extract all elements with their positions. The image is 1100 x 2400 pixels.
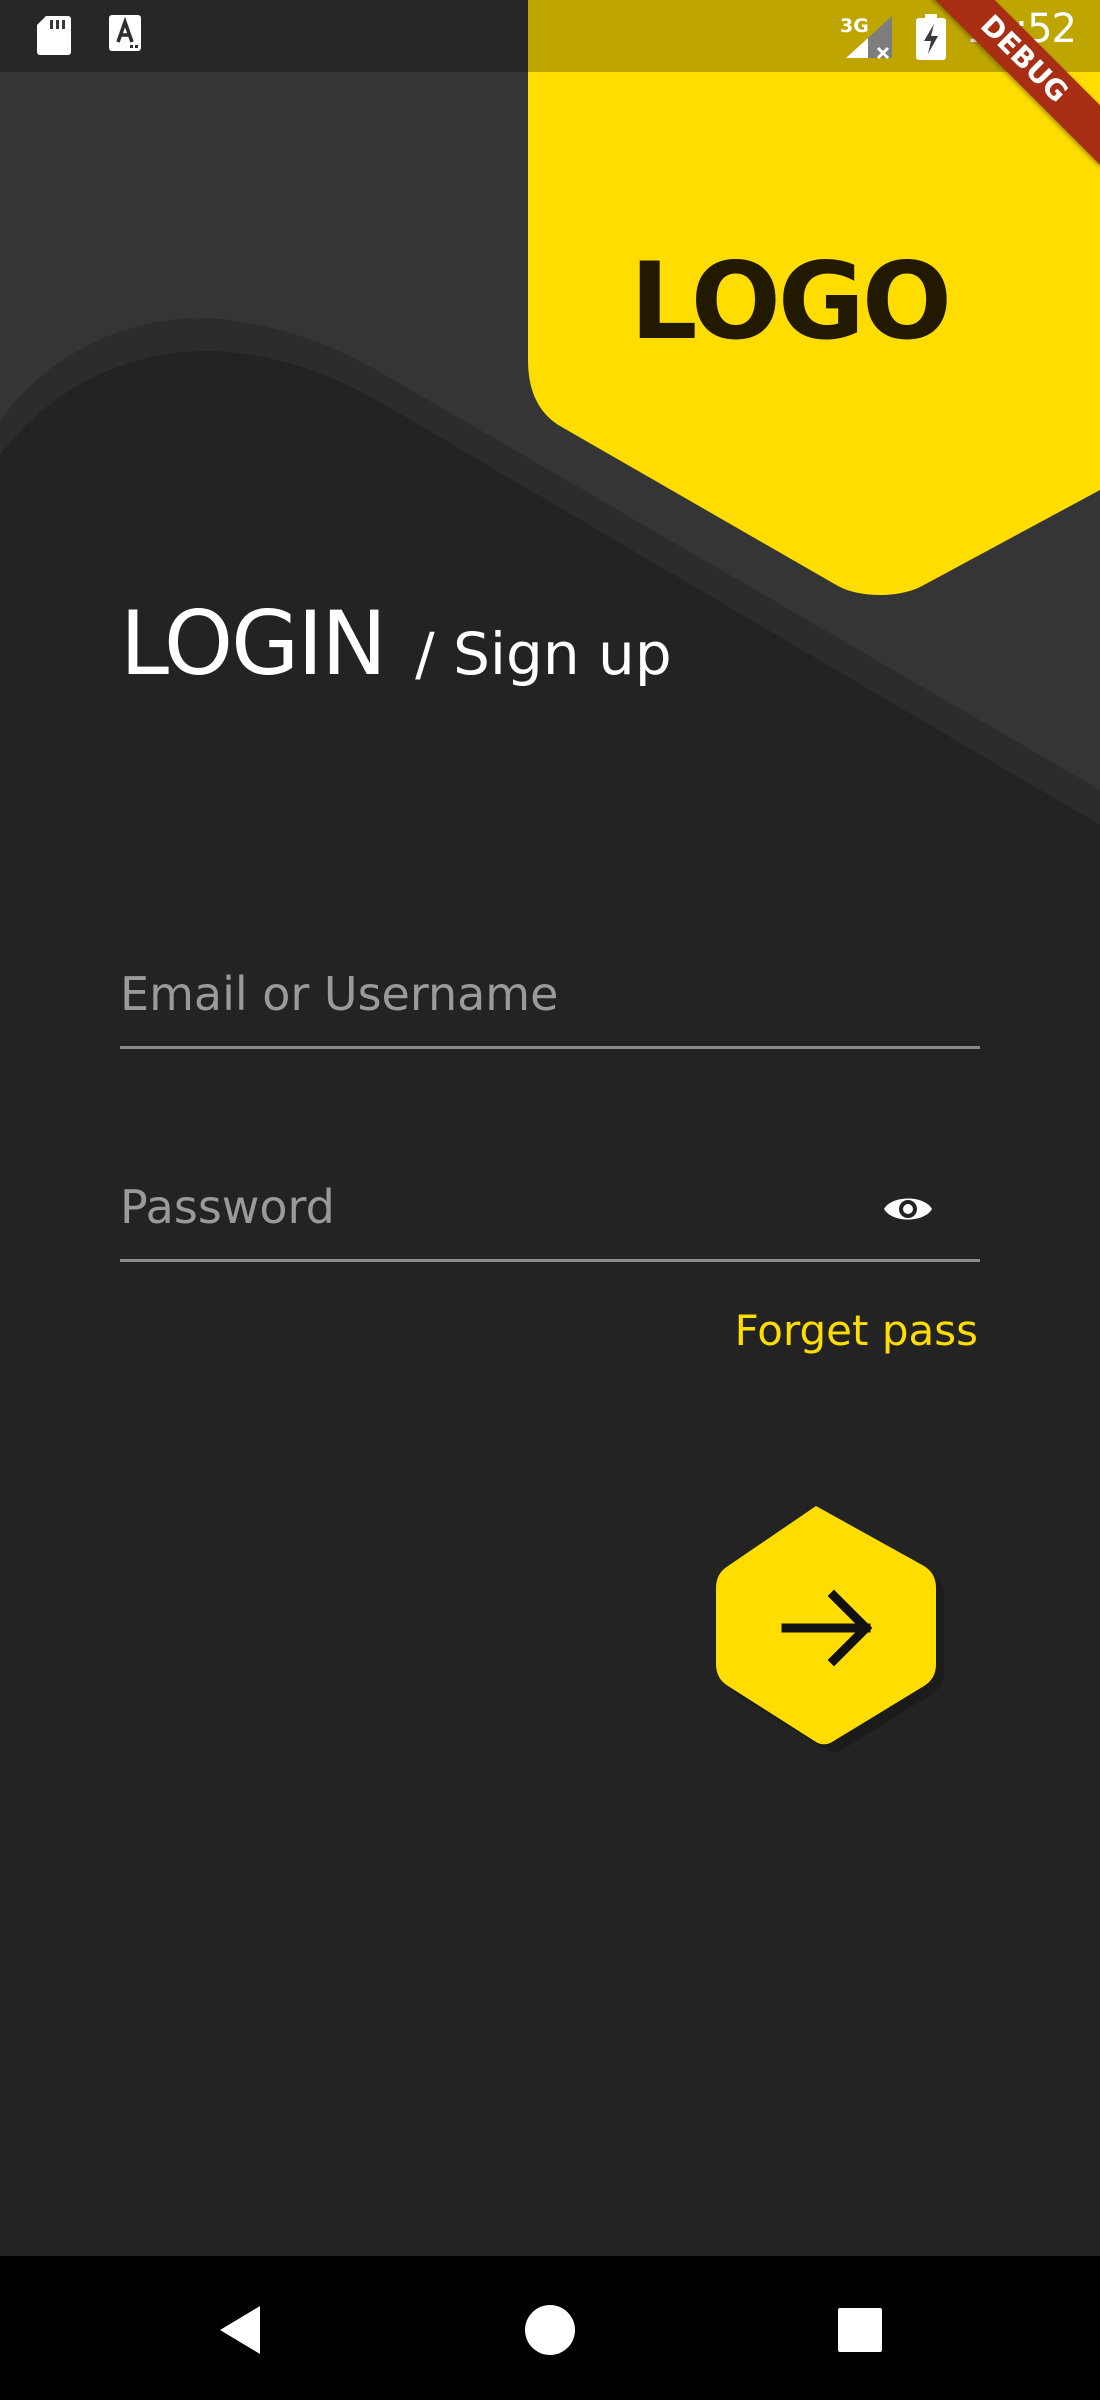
home-button[interactable] <box>520 2300 580 2360</box>
email-input[interactable] <box>120 964 880 1024</box>
back-button[interactable] <box>210 2300 270 2360</box>
battery-charging-icon <box>916 14 946 64</box>
system-nav-bar <box>0 2256 1100 2400</box>
text-a-icon <box>108 14 142 52</box>
password-field <box>120 1149 980 1262</box>
status-bar: 3G 12:52 <box>0 0 1100 72</box>
login-screen: 3G 12:52 DEBUG LOGO LOGIN / Sign up <box>0 0 1100 2400</box>
password-input[interactable] <box>120 1177 880 1237</box>
eye-icon <box>884 1198 932 1220</box>
forget-pass-link[interactable]: Forget pass <box>735 1306 978 1355</box>
home-icon <box>525 2305 575 2355</box>
recents-icon <box>838 2308 882 2352</box>
recents-button[interactable] <box>830 2300 890 2360</box>
email-field <box>120 936 980 1049</box>
login-heading: LOGIN <box>120 592 387 695</box>
network-3g-icon: 3G <box>838 12 898 64</box>
sd-card-icon <box>36 14 72 56</box>
page-title: LOGIN / Sign up <box>120 592 672 695</box>
password-visibility-toggle[interactable] <box>880 1181 936 1237</box>
back-icon <box>220 2306 260 2354</box>
signup-link[interactable]: / Sign up <box>415 620 672 688</box>
logo-text: LOGO <box>630 240 952 363</box>
network-type-label: 3G <box>840 15 869 37</box>
submit-button[interactable] <box>716 1504 944 1753</box>
